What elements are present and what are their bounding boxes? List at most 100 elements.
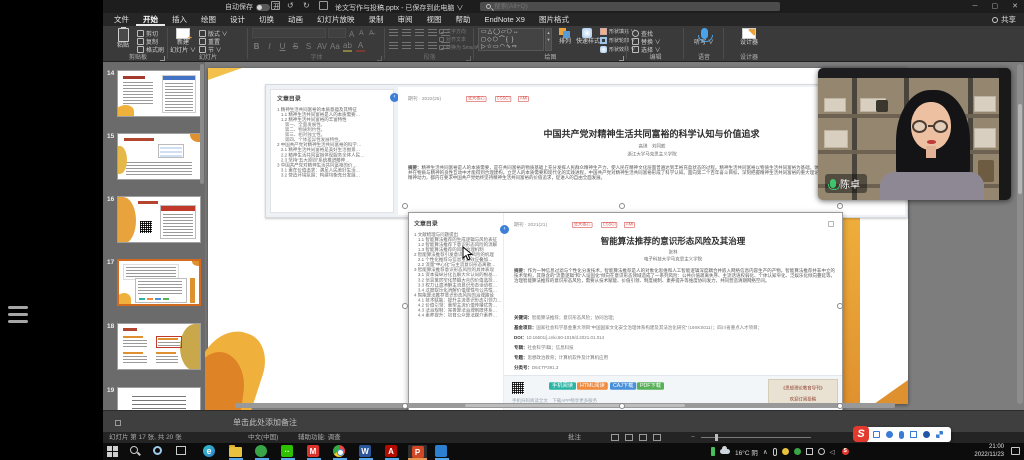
vertical-scrollbar[interactable] bbox=[1017, 64, 1023, 404]
members-icon[interactable] bbox=[923, 431, 930, 438]
chat-icon[interactable] bbox=[873, 431, 880, 438]
accessibility-status[interactable]: 辅助功能: 调查 bbox=[298, 432, 341, 443]
scrollbar-thumb[interactable] bbox=[465, 404, 685, 407]
bullets-icon[interactable] bbox=[389, 29, 398, 37]
grid-icon[interactable] bbox=[936, 431, 943, 438]
align-text-button[interactable]: 对齐文本 bbox=[439, 36, 466, 43]
resize-handle-sw[interactable] bbox=[402, 403, 408, 409]
slideshow-view-icon[interactable] bbox=[653, 434, 661, 441]
normal-view-icon[interactable] bbox=[611, 434, 619, 441]
paste-button[interactable]: 粘贴 bbox=[110, 28, 136, 50]
change-case-button[interactable]: Aa bbox=[330, 42, 339, 51]
justify-icon[interactable] bbox=[428, 42, 437, 50]
tray-mic-icon[interactable] bbox=[773, 448, 777, 456]
resize-handle-e[interactable] bbox=[837, 303, 843, 309]
green-app-icon[interactable] bbox=[255, 445, 267, 457]
char-spacing-button[interactable]: AV bbox=[317, 42, 326, 51]
file-explorer-icon[interactable] bbox=[229, 445, 242, 458]
tab-home[interactable]: 开始 bbox=[136, 13, 165, 26]
shadow-button[interactable]: S bbox=[304, 42, 313, 51]
chrome-icon[interactable] bbox=[333, 445, 346, 458]
clear-format-button[interactable]: A̶ bbox=[369, 30, 374, 37]
tab-draw[interactable]: 绘图 bbox=[194, 13, 223, 26]
restore-button[interactable]: ▢ bbox=[992, 0, 999, 13]
notes-expand-icon[interactable] bbox=[115, 420, 121, 426]
new-slide-button[interactable]: 新建 幻灯片 ∨ bbox=[170, 28, 196, 54]
taskbar-search-button[interactable] bbox=[130, 445, 143, 458]
slide-sorter-icon[interactable] bbox=[625, 434, 633, 441]
slide-17-editing-area[interactable]: 文章目录 1 精神生活共同富裕的本质意蕴及其特征 1.1 精神生活共同富裕是人的… bbox=[208, 68, 908, 404]
save-icon[interactable] bbox=[271, 1, 280, 10]
mic-icon[interactable] bbox=[899, 431, 904, 439]
align-right-icon[interactable] bbox=[415, 42, 424, 50]
resize-handle-ne[interactable] bbox=[837, 203, 843, 209]
drawing-dialog-launcher[interactable] bbox=[619, 56, 624, 61]
resize-handle-se[interactable] bbox=[837, 403, 843, 409]
font-dialog-launcher[interactable] bbox=[377, 56, 382, 61]
indent-increase-icon[interactable] bbox=[428, 29, 437, 37]
tab-endnote[interactable]: EndNote X9 bbox=[478, 13, 532, 26]
tab-animations[interactable]: 动画 bbox=[281, 13, 310, 26]
slide-thumbnail-19[interactable] bbox=[117, 387, 201, 410]
paper1-screenshot[interactable]: 文章目录 1 精神生活共同富裕的本质意蕴及其特征 1.1 精神生活共同富裕是人的… bbox=[265, 84, 908, 218]
slideshow-icon[interactable] bbox=[319, 1, 328, 10]
tab-view[interactable]: 视图 bbox=[420, 13, 449, 26]
minimize-button[interactable]: ─ bbox=[973, 0, 978, 13]
tab-slideshow[interactable]: 幻灯片放映 bbox=[310, 13, 362, 26]
screenshare-toolbar[interactable]: S bbox=[853, 427, 951, 442]
thumbnail-scrollbar[interactable] bbox=[200, 64, 204, 184]
slide-thumbnail-16[interactable] bbox=[117, 196, 201, 243]
tab-help[interactable]: 帮助 bbox=[449, 13, 478, 26]
tray-sync-icon[interactable] bbox=[818, 448, 825, 455]
redo-icon[interactable]: ↻ bbox=[303, 1, 312, 10]
action-center-icon[interactable] bbox=[1011, 447, 1020, 455]
tab-transitions[interactable]: 切换 bbox=[252, 13, 281, 26]
task-view-button[interactable] bbox=[176, 445, 189, 458]
indent-decrease-icon[interactable] bbox=[415, 29, 424, 37]
close-button[interactable]: ✕ bbox=[1012, 0, 1018, 13]
text-direction-button[interactable]: 文字方向 bbox=[439, 28, 466, 35]
tray-security-icon[interactable] bbox=[782, 448, 789, 455]
resize-handle-n[interactable] bbox=[619, 203, 625, 209]
share-button[interactable]: 共享 bbox=[992, 13, 1016, 26]
highlight-color-button[interactable]: ab bbox=[343, 41, 352, 52]
resize-handle-s[interactable] bbox=[619, 403, 625, 409]
scrollbar-thumb[interactable] bbox=[1018, 104, 1022, 194]
slide-thumbnail-15[interactable] bbox=[117, 133, 201, 180]
font-color-button[interactable]: A bbox=[356, 41, 365, 52]
reading-view-icon[interactable] bbox=[639, 434, 647, 441]
clipboard-dialog-launcher[interactable] bbox=[160, 56, 165, 61]
slide-thumbnail-14[interactable] bbox=[117, 70, 201, 117]
slide-thumbnail-18[interactable] bbox=[117, 323, 201, 370]
paper2-screenshot-selected[interactable]: 文章目录 1 文献梳理与问题提出 1.1 智能算法推荐的生成逻辑与风险表征 1.… bbox=[408, 212, 843, 410]
share-app-logo-icon[interactable]: S bbox=[853, 426, 869, 442]
font-name-select[interactable] bbox=[252, 28, 326, 38]
language-status[interactable]: 中文(中国) bbox=[248, 432, 278, 443]
numbering-icon[interactable] bbox=[402, 29, 411, 37]
meeting-sidebar-toggle-icon[interactable] bbox=[8, 306, 28, 327]
bold-button[interactable]: B bbox=[252, 42, 261, 51]
wechat-icon[interactable]: ·· bbox=[281, 445, 293, 457]
tray-volume-icon[interactable]: ◁ bbox=[830, 448, 837, 455]
shrink-font-button[interactable]: A bbox=[359, 30, 364, 37]
tray-wechat-icon[interactable] bbox=[794, 448, 801, 455]
tray-sunlogin-icon[interactable]: S bbox=[842, 448, 849, 455]
align-center-icon[interactable] bbox=[402, 42, 411, 50]
comments-button[interactable]: 批注 bbox=[568, 432, 581, 443]
start-button[interactable] bbox=[107, 445, 120, 458]
grow-font-button[interactable]: A bbox=[349, 30, 354, 39]
paragraph-dialog-launcher[interactable] bbox=[466, 56, 471, 61]
designer-button[interactable]: 设计器 bbox=[736, 28, 762, 47]
tab-record[interactable]: 录制 bbox=[362, 13, 391, 26]
search-input[interactable] bbox=[494, 3, 744, 10]
word-icon[interactable]: W bbox=[359, 445, 371, 457]
acrobat-icon[interactable]: A bbox=[385, 445, 397, 457]
dictate-button[interactable]: 听写 ∨ bbox=[691, 28, 717, 47]
font-size-select[interactable] bbox=[328, 28, 346, 38]
shapes-gallery[interactable]: ▭△◯▱⬠↔ ◻◇⬡⌒{ } ▷☆▭◠∿⇨ bbox=[478, 28, 544, 51]
zoom-out-button[interactable]: − bbox=[691, 432, 695, 443]
tab-picture-format[interactable]: 图片格式 bbox=[532, 13, 576, 26]
horizontal-scrollbar[interactable] bbox=[235, 403, 895, 408]
tray-display-icon[interactable] bbox=[806, 448, 813, 455]
monitor-icon[interactable] bbox=[910, 431, 917, 438]
